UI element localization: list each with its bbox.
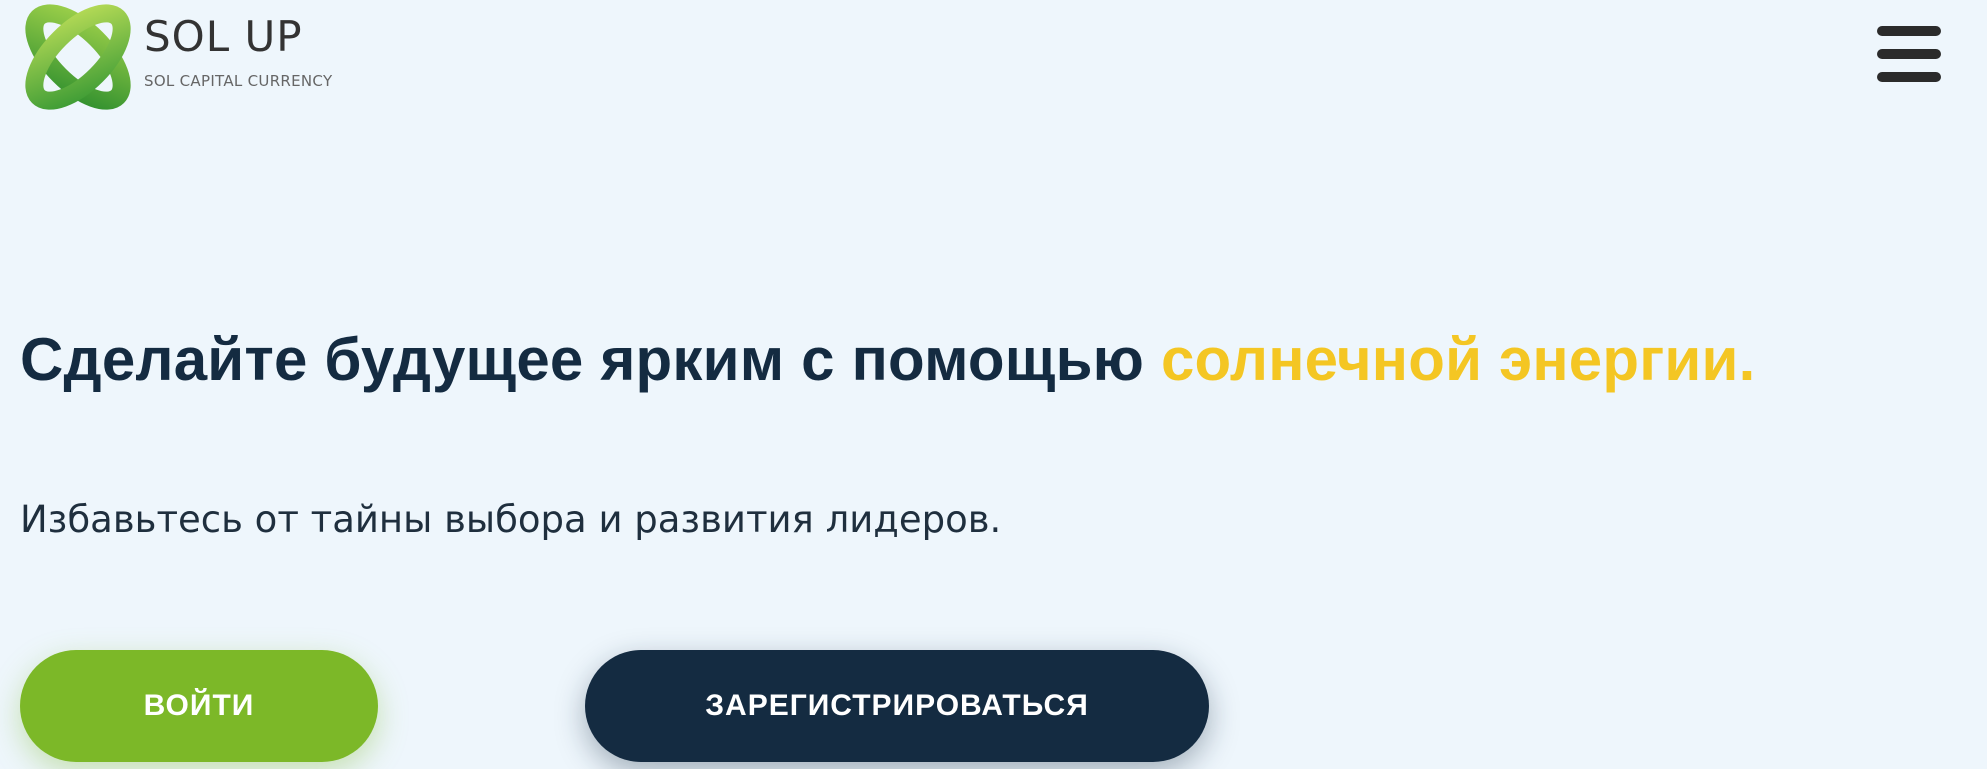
hero-subtitle: Избавьтесь от тайны выбора и развития ли… (20, 498, 1002, 541)
menu-bar (1877, 72, 1941, 82)
hero-headline: Сделайте будущее ярким с помощью солнечн… (20, 325, 1755, 394)
menu-bar (1877, 49, 1941, 59)
register-button[interactable]: ЗАРЕГИСТРИРОВАТЬСЯ (585, 650, 1209, 762)
green-clover-logo-icon (25, 4, 131, 110)
logo-name: SOL UP (144, 12, 303, 61)
login-button[interactable]: ВОЙТИ (20, 650, 378, 762)
hamburger-menu-icon[interactable] (1877, 26, 1941, 82)
logo[interactable]: SOL UP SOL CAPITAL CURRENCY (18, 0, 332, 115)
headline-main: Сделайте будущее ярким с помощью (20, 326, 1145, 393)
headline-accent: солнечной энергии. (1160, 326, 1756, 393)
logo-tagline: SOL CAPITAL CURRENCY (144, 72, 333, 90)
menu-bar (1877, 26, 1941, 36)
